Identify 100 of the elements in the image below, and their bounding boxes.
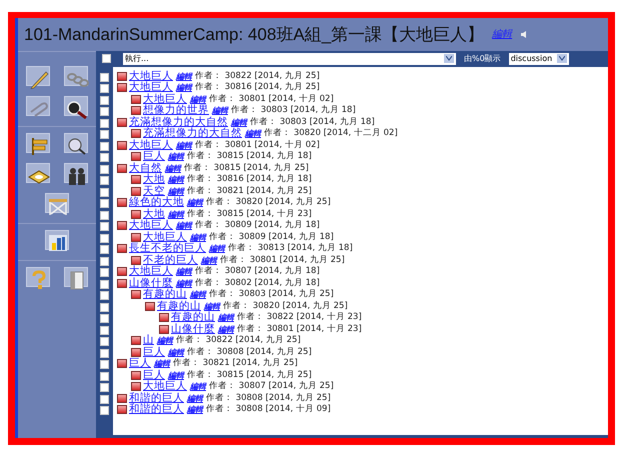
row-checkbox[interactable]	[100, 72, 109, 82]
row-checkbox[interactable]	[100, 302, 109, 312]
post-title-link[interactable]: 山像什麼	[129, 278, 173, 289]
row-checkbox[interactable]	[100, 222, 109, 231]
row-checkbox[interactable]	[100, 406, 109, 415]
edit-link[interactable]: 編輯	[218, 324, 234, 335]
edit-link[interactable]: 編輯	[176, 266, 192, 278]
edit-link[interactable]: 編輯	[154, 358, 170, 370]
row-checkbox[interactable]	[100, 164, 109, 174]
row-checkbox[interactable]	[100, 199, 109, 208]
edit-link[interactable]: 編輯	[168, 151, 184, 162]
post-title-link[interactable]: 大地巨人	[129, 140, 173, 151]
post-title-link[interactable]: 山	[143, 335, 154, 346]
row-checkbox[interactable]	[100, 188, 109, 196]
row-checkbox[interactable]	[100, 348, 109, 358]
post-title-link[interactable]: 大地巨人	[143, 381, 187, 392]
edit-link[interactable]: 編輯	[190, 94, 206, 105]
easel-icon[interactable]	[45, 192, 69, 212]
edit-link[interactable]: 編輯	[201, 254, 217, 266]
edit-link[interactable]: 編輯	[218, 312, 234, 324]
people-icon[interactable]	[64, 162, 88, 182]
edit-link[interactable]: 編輯	[190, 289, 206, 300]
row-checkbox[interactable]	[100, 383, 109, 392]
signpost-icon[interactable]	[26, 132, 50, 152]
post-title-link[interactable]: 有趣的山	[171, 312, 215, 324]
edit-link[interactable]: 編輯	[209, 243, 225, 254]
edit-link[interactable]: 編輯	[212, 105, 228, 116]
row-checkbox[interactable]	[100, 280, 109, 288]
search-icon[interactable]	[64, 132, 88, 152]
caret-icon[interactable]	[444, 54, 454, 63]
post-title-link[interactable]: 巨人	[143, 151, 165, 162]
row-checkbox[interactable]	[100, 130, 109, 139]
row-checkbox[interactable]	[100, 153, 109, 162]
row-checkbox[interactable]	[100, 96, 109, 104]
row-checkbox[interactable]	[100, 210, 109, 220]
post-title-link[interactable]: 大地巨人	[143, 232, 187, 243]
post-title-link[interactable]: 長生不老的巨人	[129, 243, 206, 254]
post-title-link[interactable]: 大自然	[129, 162, 162, 174]
row-checkbox[interactable]	[100, 84, 109, 93]
action-select[interactable]: 執行...	[123, 52, 456, 64]
row-checkbox[interactable]	[100, 326, 109, 334]
edit-link[interactable]: 編輯	[187, 392, 203, 404]
edit-link[interactable]: 編輯	[245, 128, 261, 140]
edit-link[interactable]: 編輯	[176, 278, 192, 289]
post-title-link[interactable]: 大地巨人	[129, 220, 173, 232]
edit-link[interactable]: 編輯	[168, 208, 184, 220]
post-title-link[interactable]: 綠色的大地	[129, 197, 184, 208]
post-title-link[interactable]: 大地	[143, 208, 165, 220]
view-select[interactable]: discussion	[508, 52, 569, 64]
edit-link[interactable]: 編輯	[187, 404, 203, 416]
edit-link[interactable]: 編輯	[165, 162, 181, 174]
post-title-link[interactable]: 大地巨人	[129, 82, 173, 94]
post-title-link[interactable]: 不老的巨人	[143, 254, 198, 266]
door-icon[interactable]	[64, 266, 88, 286]
post-title-link[interactable]: 大地	[143, 174, 165, 186]
row-checkbox[interactable]	[100, 142, 109, 150]
edit-link[interactable]: 編輯	[176, 70, 192, 82]
post-title-link[interactable]: 大地巨人	[129, 266, 173, 278]
row-checkbox[interactable]	[100, 394, 109, 404]
row-checkbox[interactable]	[100, 291, 109, 300]
post-title-link[interactable]: 巨人	[143, 370, 165, 381]
edit-link[interactable]: 編輯	[187, 197, 203, 208]
row-checkbox[interactable]	[100, 107, 109, 116]
edit-link[interactable]: 編輯	[190, 232, 206, 243]
row-checkbox[interactable]	[100, 118, 109, 128]
book-icon[interactable]	[26, 162, 50, 182]
edit-link[interactable]: 編輯	[176, 82, 192, 94]
paperclip-icon[interactable]	[26, 96, 50, 116]
post-title-link[interactable]: 山像什麼	[171, 324, 215, 335]
post-title-link[interactable]: 充滿想像力的大自然	[143, 128, 242, 140]
row-checkbox[interactable]	[100, 234, 109, 242]
post-title-link[interactable]: 想像力的世界	[143, 105, 209, 116]
post-title-link[interactable]: 和諧的巨人	[129, 392, 184, 404]
post-title-link[interactable]: 有趣的山	[143, 289, 187, 300]
edit-link[interactable]: 編輯	[231, 116, 247, 128]
edit-link[interactable]: 編輯	[168, 186, 184, 197]
post-title-link[interactable]: 有趣的山	[157, 300, 201, 312]
edit-link[interactable]: 編輯	[168, 370, 184, 381]
row-checkbox[interactable]	[100, 360, 109, 369]
row-checkbox[interactable]	[100, 245, 109, 254]
edit-link[interactable]: 編輯	[176, 220, 192, 232]
edit-link[interactable]: 編輯	[176, 140, 192, 151]
bar-chart-icon[interactable]	[45, 230, 69, 250]
post-title-link[interactable]: 巨人	[143, 346, 165, 358]
post-title-link[interactable]: 充滿想像力的大自然	[129, 116, 228, 128]
edit-link[interactable]: 編輯	[190, 381, 206, 392]
post-title-link[interactable]: 大地巨人	[143, 94, 187, 105]
edit-link[interactable]: 編輯	[204, 300, 220, 312]
edit-link[interactable]: 編輯	[168, 174, 184, 186]
row-checkbox[interactable]	[100, 256, 109, 266]
row-checkbox[interactable]	[100, 268, 109, 277]
row-checkbox[interactable]	[100, 176, 109, 185]
edit-link[interactable]: 編輯	[168, 346, 184, 358]
row-checkbox[interactable]	[100, 372, 109, 380]
post-title-link[interactable]: 天空	[143, 186, 165, 197]
row-checkbox[interactable]	[100, 337, 109, 346]
caret-icon[interactable]	[556, 54, 567, 63]
edit-link[interactable]: 編輯	[157, 335, 173, 346]
post-title-link[interactable]: 大地巨人	[129, 70, 173, 82]
post-title-link[interactable]: 巨人	[129, 358, 151, 370]
